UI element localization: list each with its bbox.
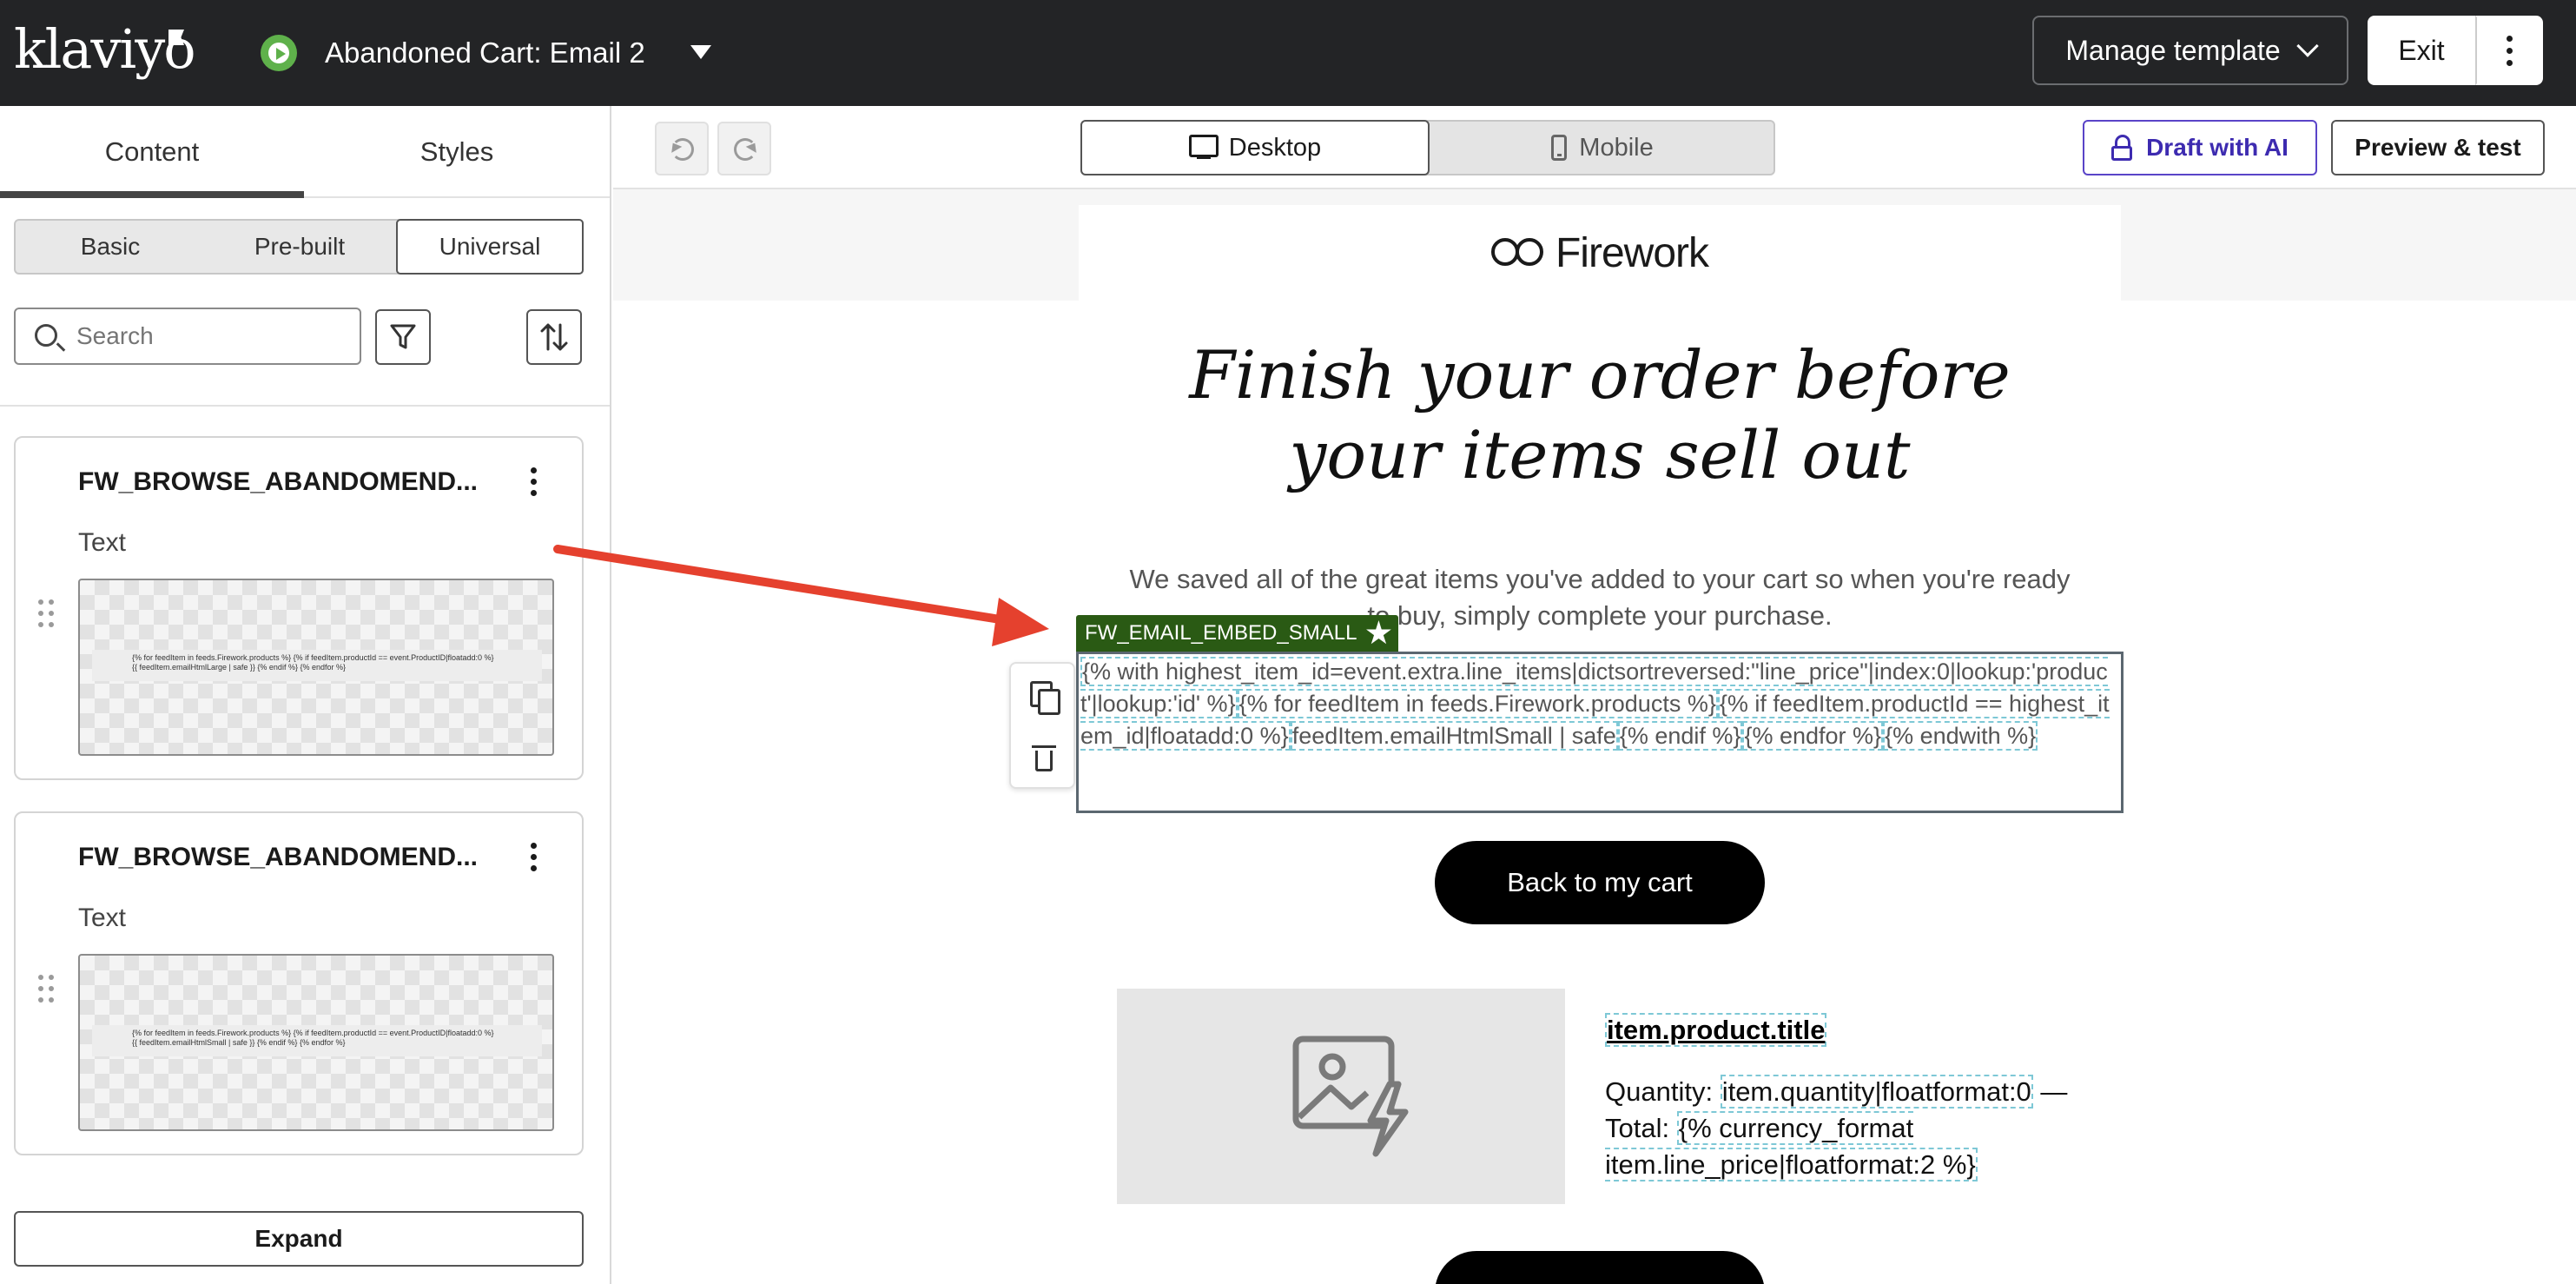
live-status-icon: [261, 35, 297, 71]
top-bar: klaviyo Abandoned Cart: Email 2 Manage t…: [0, 0, 2576, 106]
back-to-cart-button[interactable]: Back to my cart: [1435, 841, 1765, 924]
panel-divider: [0, 405, 610, 407]
klaviyo-logo[interactable]: klaviyo: [14, 19, 196, 80]
block-preview: {% for feedItem in feeds.Firework.produc…: [78, 954, 554, 1131]
email-headline[interactable]: Finish your order before your items sell…: [1079, 335, 2121, 495]
sort-button[interactable]: [526, 309, 582, 365]
trash-icon[interactable]: [1032, 744, 1056, 773]
tab-content[interactable]: Content: [0, 106, 304, 198]
block-title: FW_BROWSE_ABANDOMEND...: [78, 467, 479, 496]
second-cta-button[interactable]: [1435, 1251, 1765, 1284]
undo-button[interactable]: [655, 122, 709, 175]
headline-line: Finish your order before: [1189, 336, 2011, 414]
image-placeholder-icon: [1292, 1036, 1409, 1157]
block-title: FW_BROWSE_ABANDOMEND...: [78, 843, 479, 871]
selected-block-tag: FW_EMAIL_EMBED_SMALL: [1076, 615, 1399, 652]
block-tag-label: FW_EMAIL_EMBED_SMALL: [1085, 621, 1357, 645]
drag-handle-icon[interactable]: [38, 975, 54, 1004]
search-input[interactable]: [76, 309, 354, 363]
editor-toolbar: Desktop Mobile Draft with AI Preview & t…: [613, 106, 2576, 189]
mobile-view-button[interactable]: Mobile: [1430, 120, 1775, 175]
device-toggle: Desktop Mobile: [1080, 120, 1775, 175]
tab-styles[interactable]: Styles: [304, 106, 610, 198]
filter-button[interactable]: [375, 309, 431, 365]
template-token: {% for feedItem in feeds.Firework.produc…: [1237, 689, 1718, 718]
star-icon[interactable]: [1366, 620, 1391, 645]
sidebar-tabs: Content Styles: [0, 106, 610, 198]
draft-with-ai-button[interactable]: Draft with AI: [2083, 120, 2317, 175]
drag-handle-icon[interactable]: [38, 599, 54, 629]
block-preview-text: {% for feedItem in feeds.Firework.produc…: [132, 1029, 494, 1047]
headline-line: your items sell out: [1289, 416, 1911, 493]
filter-pre-built[interactable]: Pre-built: [205, 221, 394, 273]
manage-template-label: Manage template: [2065, 34, 2281, 66]
redo-icon: [734, 138, 756, 161]
phone-icon: [1551, 135, 1568, 161]
template-token: {% endif %}: [1617, 721, 1743, 751]
kebab-dot: [2506, 47, 2513, 54]
infinity-icon: [1490, 236, 1550, 269]
block-toolbar: [1009, 662, 1075, 789]
mobile-label: Mobile: [1579, 133, 1654, 162]
page-title[interactable]: Abandoned Cart: Email 2: [325, 33, 645, 73]
product-meta[interactable]: Quantity: item.quantity|floatformat:0 — …: [1605, 1074, 2091, 1183]
active-tab-indicator: [0, 191, 304, 198]
expand-button[interactable]: Expand: [14, 1211, 584, 1267]
search-icon: [35, 324, 57, 347]
saved-block-card[interactable]: FW_BROWSE_ABANDOMEND... Text {% for feed…: [14, 436, 584, 780]
template-token: item.quantity|floatformat:0: [1720, 1075, 2033, 1109]
block-more-options-icon[interactable]: [523, 839, 544, 874]
desktop-label: Desktop: [1228, 133, 1322, 162]
filter-basic[interactable]: Basic: [16, 221, 205, 273]
monitor-icon: [1188, 135, 1219, 161]
more-options-button[interactable]: [2475, 16, 2543, 85]
preview-and-test-button[interactable]: Preview & test: [2331, 120, 2545, 175]
quantity-label: Quantity:: [1605, 1076, 1714, 1107]
email-editor: Desktop Mobile Draft with AI Preview & t…: [613, 106, 2576, 1284]
selected-text-block[interactable]: {% with highest_item_id=event.extra.line…: [1076, 652, 2124, 813]
block-preview-text: {% for feedItem in feeds.Firework.produc…: [132, 653, 494, 672]
chevron-down-icon: [2295, 35, 2319, 57]
kebab-dot: [2506, 59, 2513, 66]
template-token: {% endwith %}: [1883, 721, 2038, 751]
desktop-view-button[interactable]: Desktop: [1080, 120, 1430, 175]
product-image-placeholder[interactable]: [1117, 989, 1565, 1204]
block-type: Text: [78, 528, 127, 557]
block-type: Text: [78, 903, 127, 932]
product-title[interactable]: item.product.title: [1605, 1013, 1827, 1047]
template-token: item.product.title: [1605, 1013, 1827, 1047]
library-filter-toggle: Basic Pre-built Universal: [14, 219, 584, 275]
block-more-options-icon[interactable]: [523, 464, 544, 499]
filter-universal[interactable]: Universal: [396, 219, 584, 275]
saved-block-card[interactable]: FW_BROWSE_ABANDOMEND... Text {% for feed…: [14, 811, 584, 1155]
draft-with-ai-label: Draft with AI: [2146, 134, 2289, 161]
block-preview: {% for feedItem in feeds.Firework.produc…: [78, 579, 554, 756]
search-box: [14, 308, 361, 365]
template-token: feedItem.emailHtmlSmall | safe: [1290, 721, 1618, 751]
filter-icon: [390, 324, 416, 349]
sort-arrows-icon: [540, 323, 568, 351]
kebab-dot: [2506, 35, 2513, 42]
page-title-dropdown-icon[interactable]: [690, 45, 711, 59]
template-token: {% endfor %}: [1742, 721, 1884, 751]
exit-button[interactable]: Exit: [2368, 16, 2475, 85]
content-sidebar: Content Styles Basic Pre-built Universal…: [0, 106, 611, 1284]
duplicate-icon[interactable]: [1030, 681, 1060, 715]
undo-icon: [671, 138, 694, 161]
redo-button[interactable]: [717, 122, 771, 175]
manage-template-button[interactable]: Manage template: [2032, 16, 2348, 85]
lock-icon: [2111, 135, 2133, 161]
email-logo-block[interactable]: Firework: [1079, 205, 2121, 301]
brand-name: Firework: [1555, 229, 1709, 276]
firework-logo: Firework: [1490, 229, 1709, 277]
